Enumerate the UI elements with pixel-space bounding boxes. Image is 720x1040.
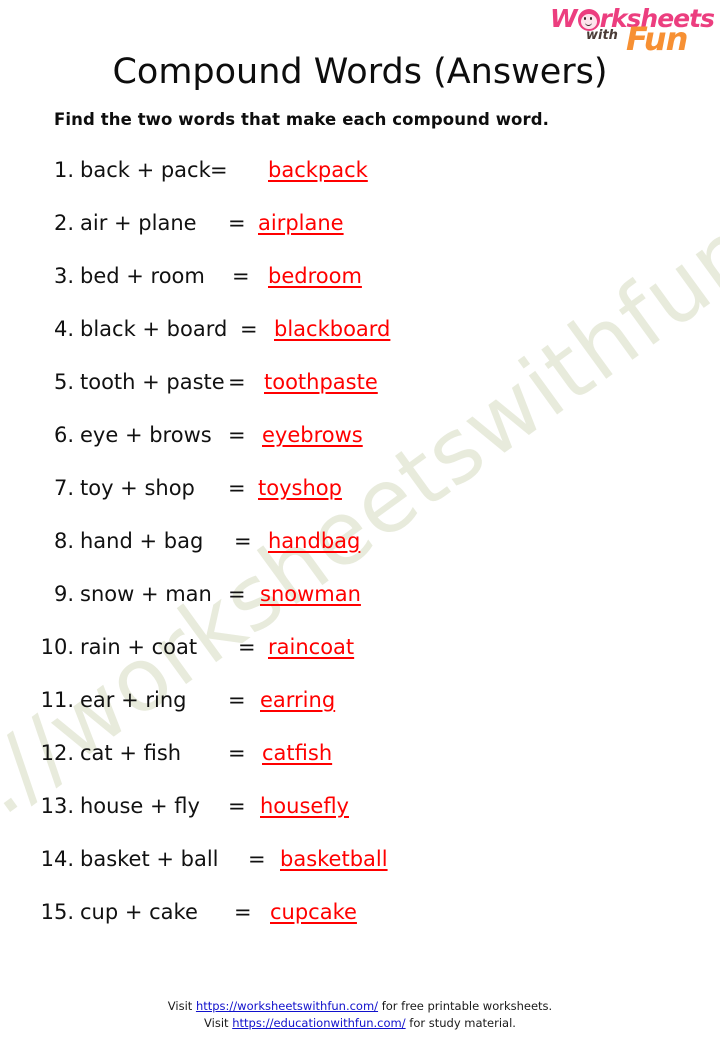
equals-sign: = xyxy=(210,158,228,182)
question-row: 11. ear + ring = earring xyxy=(0,688,720,741)
question-word-parts: house + fly xyxy=(80,794,200,818)
question-row: 1. back + pack = backpack xyxy=(0,158,720,211)
logo-with-text: with xyxy=(586,28,618,43)
equals-sign: = xyxy=(228,688,246,712)
question-number: 9. xyxy=(53,582,74,606)
worksheet-page: https://worksheetswithfun.com Wrksheets … xyxy=(0,0,720,1040)
question-number: 10. xyxy=(40,635,74,659)
question-row: 7. toy + shop = toyshop xyxy=(0,476,720,529)
question-number: 4. xyxy=(53,317,74,341)
question-number: 14. xyxy=(40,847,74,871)
question-number: 11. xyxy=(40,688,74,712)
equals-sign: = xyxy=(248,847,266,871)
question-word-parts: rain + coat xyxy=(80,635,198,659)
footer-line2-suffix: for study material. xyxy=(405,1016,516,1030)
equals-sign: = xyxy=(228,794,246,818)
question-number: 1. xyxy=(53,158,74,182)
question-row: 8. hand + bag = handbag xyxy=(0,529,720,582)
question-row: 5. tooth + paste = toothpaste xyxy=(0,370,720,423)
answer-text: catfish xyxy=(262,741,333,765)
worksheetswithfun-link[interactable]: https://worksheetswithfun.com/ xyxy=(196,999,378,1013)
question-word-parts: black + board xyxy=(80,317,228,341)
question-number: 5. xyxy=(53,370,74,394)
question-row: 2. air + plane = airplane xyxy=(0,211,720,264)
equals-sign: = xyxy=(228,741,246,765)
answer-text: toyshop xyxy=(258,476,342,500)
question-row: 15. cup + cake = cupcake xyxy=(0,900,720,953)
question-word-parts: back + pack xyxy=(80,158,211,182)
instruction-text: Find the two words that make each compou… xyxy=(54,110,549,129)
footer-line1-prefix: Visit xyxy=(167,999,196,1013)
answer-text: housefly xyxy=(260,794,349,818)
question-word-parts: snow + man xyxy=(80,582,212,606)
equals-sign: = xyxy=(234,900,252,924)
question-list: 1. back + pack = backpack 2. air + plane = airp… xyxy=(0,158,720,953)
question-row: 3. bed + room = bedroom xyxy=(0,264,720,317)
equals-sign: = xyxy=(228,476,246,500)
answer-text: cupcake xyxy=(270,900,357,924)
question-number: 6. xyxy=(53,423,74,447)
equals-sign: = xyxy=(228,423,246,447)
equals-sign: = xyxy=(232,264,250,288)
footer-line2-prefix: Visit xyxy=(204,1016,233,1030)
page-title: Compound Words (Answers) xyxy=(112,52,608,92)
question-number: 7. xyxy=(53,476,74,500)
answer-text: raincoat xyxy=(268,635,355,659)
answer-text: earring xyxy=(260,688,336,712)
question-word-parts: basket + ball xyxy=(80,847,219,871)
answer-text: blackboard xyxy=(274,317,391,341)
question-word-parts: air + plane xyxy=(80,211,197,235)
logo-letter-w: W xyxy=(550,4,578,33)
answer-text: airplane xyxy=(258,211,344,235)
question-row: 9. snow + man = snowman xyxy=(0,582,720,635)
question-word-parts: bed + room xyxy=(80,264,205,288)
page-content: Wrksheets with Fun Compound Words (Answe… xyxy=(0,0,720,1040)
question-word-parts: hand + bag xyxy=(80,529,204,553)
worksheets-with-fun-logo: Wrksheets with Fun xyxy=(550,4,715,58)
question-row: 14. basket + ball = basketball xyxy=(0,847,720,900)
equals-sign: = xyxy=(228,582,246,606)
question-word-parts: eye + brows xyxy=(80,423,212,447)
question-number: 15. xyxy=(40,900,74,924)
question-word-parts: tooth + paste xyxy=(80,370,225,394)
educationwithfun-link[interactable]: https://educationwithfun.com/ xyxy=(232,1016,405,1030)
footer-line1-suffix: for free printable worksheets. xyxy=(378,999,553,1013)
footer: Visit https://worksheetswithfun.com/ for… xyxy=(0,998,720,1032)
question-row: 13. house + fly = housefly xyxy=(0,794,720,847)
answer-text: snowman xyxy=(260,582,361,606)
question-word-parts: cat + fish xyxy=(80,741,182,765)
equals-sign: = xyxy=(234,529,252,553)
question-row: 6. eye + brows = eyebrows xyxy=(0,423,720,476)
answer-text: backpack xyxy=(268,158,368,182)
question-row: 4. black + board = blackboard xyxy=(0,317,720,370)
question-row: 12. cat + fish = catfish xyxy=(0,741,720,794)
question-number: 8. xyxy=(53,529,74,553)
question-word-parts: toy + shop xyxy=(80,476,195,500)
question-number: 13. xyxy=(40,794,74,818)
answer-text: eyebrows xyxy=(262,423,363,447)
answer-text: basketball xyxy=(280,847,388,871)
footer-line-1: Visit https://worksheetswithfun.com/ for… xyxy=(0,998,720,1015)
equals-sign: = xyxy=(238,635,256,659)
answer-text: handbag xyxy=(268,529,361,553)
equals-sign: = xyxy=(228,370,246,394)
footer-line-2: Visit https://educationwithfun.com/ for … xyxy=(0,1015,720,1032)
question-word-parts: ear + ring xyxy=(80,688,187,712)
question-number: 2. xyxy=(53,211,74,235)
question-number: 3. xyxy=(53,264,74,288)
answer-text: toothpaste xyxy=(264,370,378,394)
question-number: 12. xyxy=(40,741,74,765)
question-row: 10. rain + coat = raincoat xyxy=(0,635,720,688)
question-word-parts: cup + cake xyxy=(80,900,198,924)
answer-text: bedroom xyxy=(268,264,362,288)
equals-sign: = xyxy=(228,211,246,235)
equals-sign: = xyxy=(240,317,258,341)
